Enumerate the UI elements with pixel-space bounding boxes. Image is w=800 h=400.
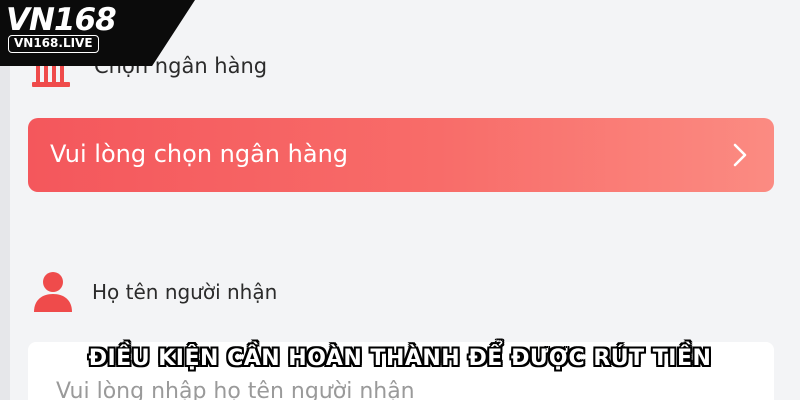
recipient-name-label: Họ tên người nhận	[92, 280, 278, 304]
person-icon	[34, 272, 72, 312]
logo-sub-text: VN168.LIVE	[8, 35, 99, 53]
select-bank-text: Vui lòng chọn ngân hàng	[50, 140, 349, 168]
chevron-right-icon	[733, 143, 747, 167]
caption-overlay: ĐIỀU KIỆN CẦN HOÀN THÀNH ĐỂ ĐƯỢC RÚT TIỀ…	[88, 346, 712, 371]
withdraw-form-page: VN168 VN168.LIVE Chọn ngân hàng Vui lòng…	[0, 0, 800, 400]
logo-main-text: VN168	[6, 2, 117, 38]
select-bank-button[interactable]: Vui lòng chọn ngân hàng	[28, 118, 774, 192]
